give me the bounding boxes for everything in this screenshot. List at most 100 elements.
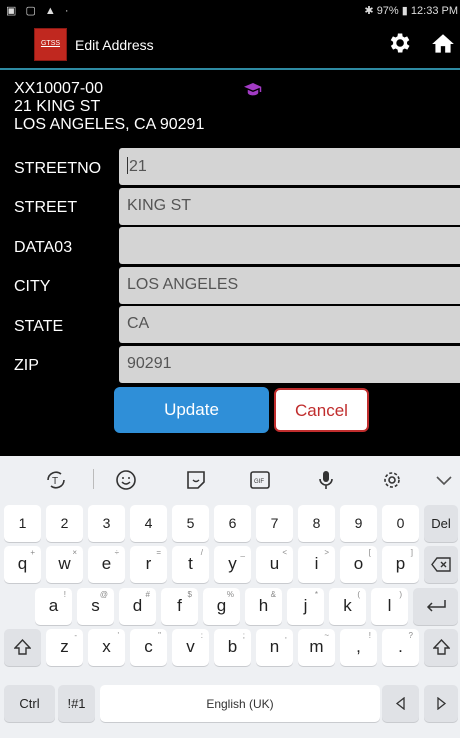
graduation-cap-icon	[244, 83, 262, 96]
key-2[interactable]: 2	[46, 505, 83, 542]
battery-icon: ▮	[401, 5, 408, 17]
space-key[interactable]: English (UK)	[100, 685, 380, 722]
key-4[interactable]: 4	[130, 505, 167, 542]
key-label: l	[387, 596, 392, 615]
key-7[interactable]: 7	[256, 505, 293, 542]
record-code: XX10007-00	[14, 80, 103, 97]
key-n[interactable]: ,n	[256, 629, 293, 666]
record-header: XX10007-00 21 KING ST LOS ANGELES, CA 90…	[14, 80, 204, 134]
key-v[interactable]: :v	[172, 629, 209, 666]
key-6[interactable]: 6	[214, 505, 251, 542]
state-input[interactable]: CA	[119, 306, 460, 343]
backspace-key[interactable]	[424, 546, 458, 583]
street-label: STREET	[14, 199, 78, 216]
text-translate-icon[interactable]: T	[44, 469, 68, 491]
key-h[interactable]: & h	[245, 588, 282, 625]
key-o[interactable]: [o	[340, 546, 377, 583]
gif-icon[interactable]: GIF	[248, 469, 272, 491]
microphone-icon[interactable]	[314, 469, 338, 491]
key-comma[interactable]: !,	[340, 629, 377, 666]
key-label: v	[186, 637, 195, 656]
key-w[interactable]: × w	[46, 546, 83, 583]
key-label: n	[269, 637, 280, 656]
key-c[interactable]: " c	[130, 629, 167, 666]
key-r[interactable]: = r	[130, 546, 167, 583]
emoji-icon[interactable]	[114, 469, 138, 491]
key-label: u	[269, 554, 280, 573]
zip-input[interactable]: 90291	[119, 346, 460, 383]
key-j[interactable]: * j	[287, 588, 324, 625]
record-address-line1: 21 KING ST	[14, 98, 101, 115]
key-label: p	[395, 554, 406, 573]
key-f[interactable]: $ f	[161, 588, 198, 625]
key-z[interactable]: -z	[46, 629, 83, 666]
key-m[interactable]: ~ m	[298, 629, 335, 666]
key-k[interactable]: (k	[329, 588, 366, 625]
key-label: r	[145, 554, 152, 573]
key-8[interactable]: 8	[298, 505, 335, 542]
city-value: LOS ANGELES	[127, 276, 239, 293]
zip-label: ZIP	[14, 357, 39, 374]
key-u[interactable]: < u	[256, 546, 293, 583]
key-q[interactable]: + q	[4, 546, 41, 583]
city-input[interactable]: LOS ANGELES	[119, 267, 460, 304]
data03-label: DATA03	[14, 239, 73, 256]
shift-key-left[interactable]	[4, 629, 41, 666]
update-button[interactable]: Update	[114, 387, 269, 433]
key-label: .	[398, 637, 403, 656]
key-s[interactable]: @ s	[77, 588, 114, 625]
key-0[interactable]: 0	[382, 505, 419, 542]
text-cursor	[127, 157, 128, 174]
key-g[interactable]: % g	[203, 588, 240, 625]
key-y[interactable]: _ y	[214, 546, 251, 583]
street-input[interactable]: KING ST	[119, 188, 460, 225]
key-label: 2	[60, 515, 69, 531]
key-label: 5	[186, 515, 195, 531]
symbols-key[interactable]: !#1	[58, 685, 95, 722]
gear-icon[interactable]	[386, 30, 412, 56]
key-label: Ctrl	[19, 696, 40, 711]
street-value: KING ST	[127, 197, 192, 214]
key-3[interactable]: 3	[88, 505, 125, 542]
key-l[interactable]: ) l	[371, 588, 408, 625]
enter-key[interactable]	[413, 588, 458, 625]
key-x[interactable]: ' x	[88, 629, 125, 666]
cancel-button[interactable]: Cancel	[274, 388, 369, 432]
shift-key-right[interactable]	[424, 629, 458, 666]
zip-value: 90291	[127, 355, 172, 372]
key-label: a	[48, 596, 59, 615]
home-icon[interactable]	[430, 31, 456, 57]
bluetooth-icon: ✱	[364, 5, 374, 17]
key-label: q	[17, 554, 28, 573]
key-d[interactable]: # d	[119, 588, 156, 625]
key-a[interactable]: ! a	[35, 588, 72, 625]
key-label: t	[188, 554, 193, 573]
backspace-icon	[431, 557, 451, 572]
arrow-left-icon	[395, 697, 405, 710]
data03-input[interactable]	[119, 227, 460, 264]
key-9[interactable]: 9	[340, 505, 377, 542]
key-1[interactable]: 1	[4, 505, 41, 542]
app-title: Edit Address	[75, 37, 154, 53]
key-e[interactable]: ÷ e	[88, 546, 125, 583]
sticker-icon[interactable]	[184, 469, 208, 491]
status-bar: ▣ ▢ ▲ · ✱ 97% ▮ 12:33 PM	[0, 0, 460, 22]
streetno-input[interactable]: 21	[119, 148, 460, 185]
key-5[interactable]: 5	[172, 505, 209, 542]
key-label: English (UK)	[206, 697, 274, 711]
ctrl-key[interactable]: Ctrl	[4, 685, 55, 722]
chevron-down-icon[interactable]	[432, 469, 456, 491]
settings-icon[interactable]	[380, 469, 404, 491]
cursor-left-key[interactable]	[382, 685, 419, 722]
key-i[interactable]: > i	[298, 546, 335, 583]
key-p[interactable]: ] p	[382, 546, 419, 583]
cursor-right-key[interactable]	[424, 685, 458, 722]
key-period[interactable]: ?.	[382, 629, 419, 666]
key-label: w	[58, 554, 71, 573]
key-t[interactable]: / t	[172, 546, 209, 583]
key-b[interactable]: ; b	[214, 629, 251, 666]
key-label: k	[343, 596, 352, 615]
key-label: c	[144, 637, 153, 656]
delete-key[interactable]: Del	[424, 505, 458, 542]
key-label: Del	[431, 516, 451, 531]
